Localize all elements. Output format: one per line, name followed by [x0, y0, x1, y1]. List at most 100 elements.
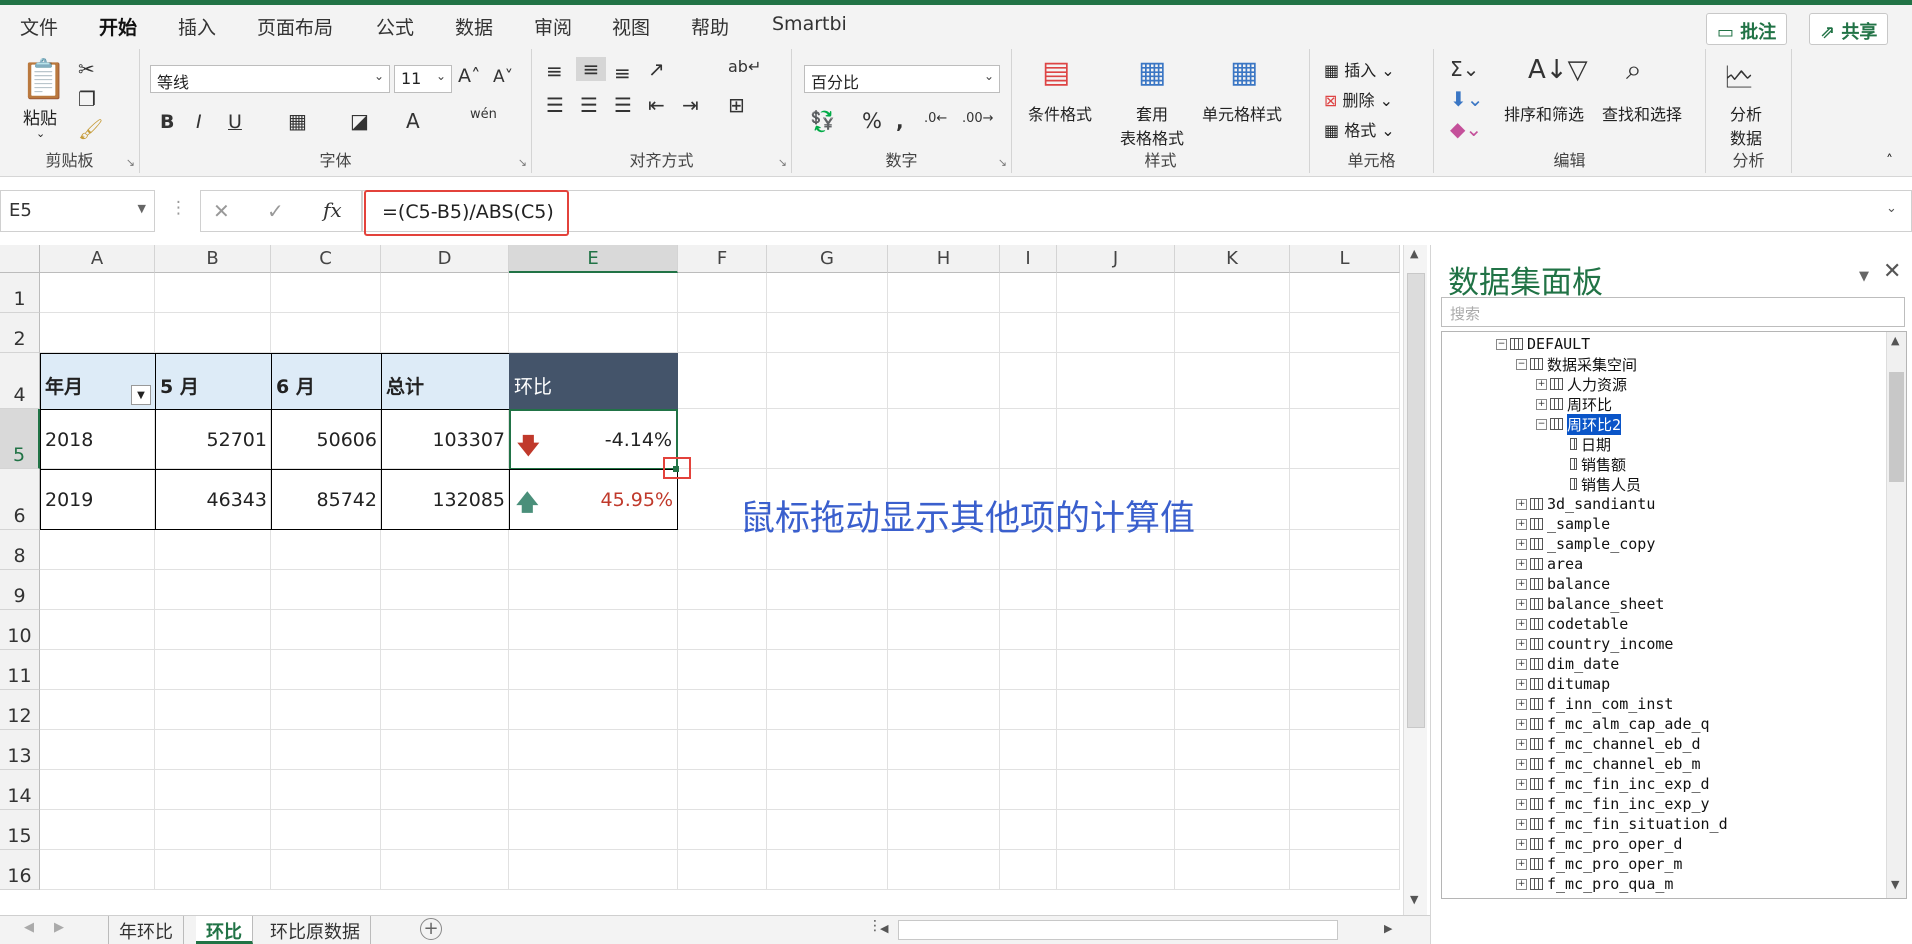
grid-cell[interactable]: [155, 313, 271, 353]
format-as-table-button[interactable]: 套用 表格格式: [1120, 101, 1184, 149]
expand-icon[interactable]: +: [1516, 558, 1527, 570]
grid-cell[interactable]: [678, 610, 767, 650]
grid-cell[interactable]: [271, 313, 381, 353]
select-all-corner[interactable]: [0, 245, 40, 273]
fill-color-icon[interactable]: ◪: [350, 109, 369, 133]
expand-formula-icon[interactable]: ⌄: [1886, 201, 1897, 216]
formula-input[interactable]: [362, 190, 1912, 232]
tree-node[interactable]: + f_mc_channel_eb_m: [1516, 754, 1701, 774]
tab-help[interactable]: 帮助: [691, 13, 729, 40]
grid-cell[interactable]: [678, 313, 767, 353]
grid-cell[interactable]: [678, 690, 767, 730]
enter-icon[interactable]: ✓: [267, 199, 284, 223]
tree-node[interactable]: + f_inn_com_inst: [1516, 694, 1673, 714]
grid-cell[interactable]: [1057, 313, 1175, 353]
grid-cell[interactable]: [888, 273, 1000, 313]
vertical-scrollbar[interactable]: ▲ ▼: [1403, 245, 1427, 915]
grid-cell[interactable]: [1175, 850, 1290, 890]
grid-cell[interactable]: [1290, 770, 1400, 810]
grid-cell[interactable]: [1000, 570, 1057, 610]
bold-icon[interactable]: B: [160, 111, 174, 133]
grid-cell[interactable]: [271, 850, 381, 890]
italic-icon[interactable]: I: [196, 111, 202, 133]
row-header-13[interactable]: 13: [0, 730, 40, 770]
grid-cell[interactable]: [1175, 730, 1290, 770]
expand-icon[interactable]: +: [1516, 838, 1527, 850]
tree-node[interactable]: + ditumap: [1516, 674, 1610, 694]
currency-icon[interactable]: 💱: [810, 109, 835, 133]
wrap-text-icon[interactable]: ab↵: [728, 57, 761, 76]
grid-cell[interactable]: [1290, 650, 1400, 690]
tree-node[interactable]: +3d_sandiantu: [1516, 494, 1655, 514]
border-icon[interactable]: ▦: [288, 109, 307, 133]
expand-icon[interactable]: +: [1516, 638, 1527, 650]
tree-scrollbar[interactable]: ▲ ▼: [1886, 332, 1906, 898]
cell-e5[interactable]: 🡇 -4.14%: [509, 409, 678, 470]
comments-button[interactable]: ▭ 批注: [1706, 13, 1788, 45]
grid-cell[interactable]: [155, 810, 271, 850]
tree-scroll-thumb[interactable]: [1889, 372, 1904, 482]
expand-icon[interactable]: +: [1516, 878, 1527, 890]
grid-cell[interactable]: [271, 570, 381, 610]
column-header-b[interactable]: B: [155, 245, 271, 273]
grid-cell[interactable]: [1175, 409, 1290, 469]
tree-node[interactable]: + balance_sheet: [1516, 594, 1664, 614]
tree-node[interactable]: + f_mc_pro_oper_d: [1516, 834, 1682, 854]
row-header-6[interactable]: 6: [0, 469, 40, 530]
grid-cell[interactable]: [40, 530, 155, 570]
cell-styles-button[interactable]: 单元格样式: [1202, 101, 1282, 125]
header-cell-ratio[interactable]: 环比: [509, 353, 678, 410]
grid-cell[interactable]: [155, 770, 271, 810]
grid-cell[interactable]: [1175, 810, 1290, 850]
tab-smartbi[interactable]: Smartbi: [772, 13, 847, 35]
worksheet-grid[interactable]: ABCDEFGHIJKL 1 2 4 5 6 8 9 10 11 12 13 14 15 16 年月 ▼ 5…: [0, 245, 1400, 915]
sheet-tab-ratio[interactable]: 环比: [196, 916, 253, 944]
row-header-5[interactable]: 5: [0, 409, 40, 469]
hscroll-right-icon[interactable]: ▶: [1384, 922, 1392, 935]
align-middle-icon[interactable]: ≡: [576, 57, 606, 81]
grid-cell[interactable]: [381, 273, 509, 313]
grid-cell[interactable]: [271, 650, 381, 690]
grid-cell[interactable]: [155, 690, 271, 730]
align-bottom-icon[interactable]: ≡: [614, 61, 631, 85]
hscroll-left-icon[interactable]: ◀: [880, 922, 888, 935]
grid-cell[interactable]: [271, 690, 381, 730]
grid-cell[interactable]: [888, 650, 1000, 690]
cell-d6[interactable]: 132085: [381, 469, 510, 530]
grid-cell[interactable]: [1057, 273, 1175, 313]
expand-icon[interactable]: +: [1516, 498, 1527, 510]
align-center-icon[interactable]: ☰: [580, 93, 598, 117]
grid-cell[interactable]: [678, 850, 767, 890]
grid-cell[interactable]: [678, 730, 767, 770]
grid-cell[interactable]: [1057, 353, 1175, 409]
grid-cell[interactable]: [155, 610, 271, 650]
expand-icon[interactable]: +: [1516, 598, 1527, 610]
tree-node[interactable]: + f_mc_pro_oper_m: [1516, 854, 1682, 874]
grid-cell[interactable]: [1000, 850, 1057, 890]
grid-cell[interactable]: [1000, 770, 1057, 810]
grid-cell[interactable]: [888, 690, 1000, 730]
grid-cell[interactable]: [1175, 690, 1290, 730]
tab-home[interactable]: 开始: [99, 13, 138, 48]
decrease-font-icon[interactable]: A˅: [493, 67, 513, 87]
grid-cell[interactable]: [271, 770, 381, 810]
grid-cell[interactable]: [155, 730, 271, 770]
expand-icon[interactable]: +: [1516, 518, 1527, 530]
grid-cell[interactable]: [1057, 730, 1175, 770]
tree-node[interactable]: 日期: [1556, 434, 1611, 454]
grid-cell[interactable]: [1057, 850, 1175, 890]
grid-cell[interactable]: [678, 650, 767, 690]
grid-cell[interactable]: [1057, 690, 1175, 730]
scroll-down-icon[interactable]: ▼: [1410, 893, 1418, 906]
grid-cell[interactable]: [40, 610, 155, 650]
tree-node[interactable]: + balance: [1516, 574, 1610, 594]
grid-cell[interactable]: [40, 730, 155, 770]
insert-function-icon[interactable]: fx: [323, 198, 342, 222]
tree-node[interactable]: − 数据采集空间: [1516, 354, 1637, 374]
cell-e6[interactable]: 🡅 45.95%: [509, 469, 678, 530]
grid-cell[interactable]: [509, 273, 678, 313]
tree-node[interactable]: + country_income: [1516, 634, 1673, 654]
share-button[interactable]: ⇗ 共享: [1809, 13, 1889, 45]
grid-cell[interactable]: [888, 770, 1000, 810]
grid-cell[interactable]: [40, 273, 155, 313]
